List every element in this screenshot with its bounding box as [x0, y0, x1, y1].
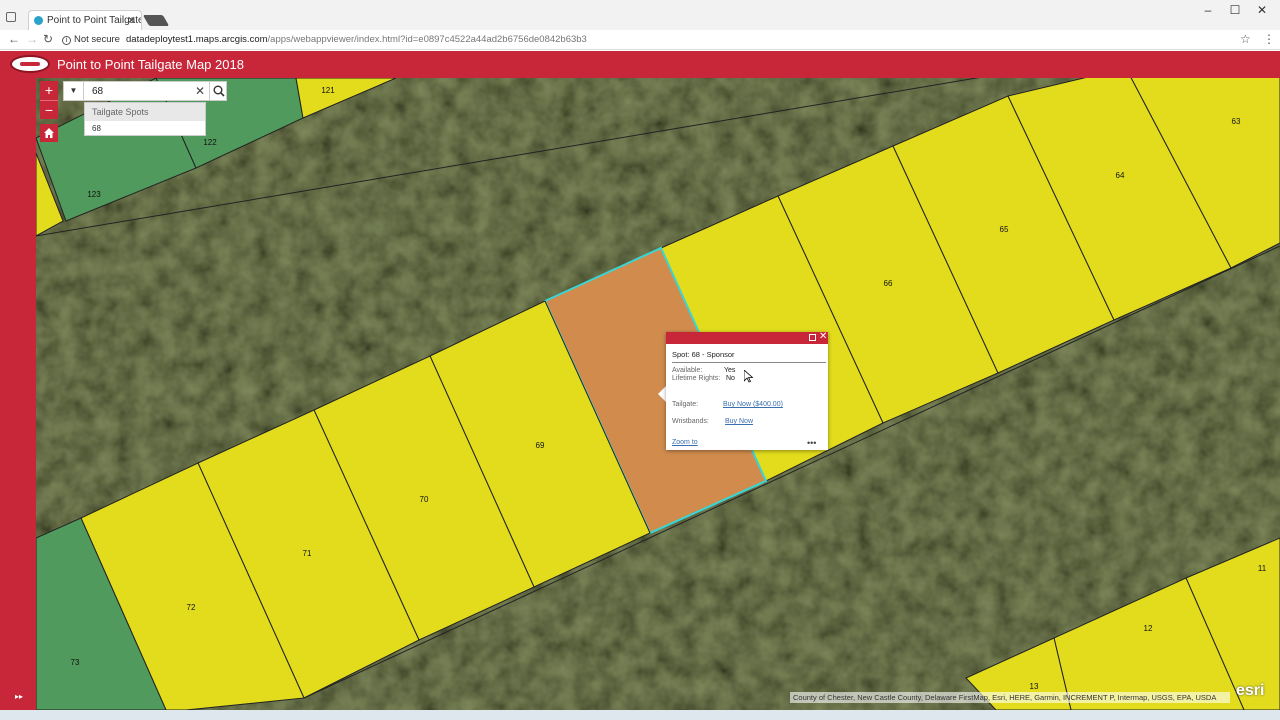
- popup-divider: [672, 362, 826, 363]
- app-title: Point to Point Tailgate Map 2018: [57, 57, 244, 72]
- popup-titlebar: ✕: [666, 331, 828, 344]
- more-actions-icon[interactable]: •••: [807, 438, 816, 448]
- expand-panel-icon[interactable]: ▸▸: [15, 692, 23, 701]
- app-logo: [10, 55, 50, 73]
- parcel-label: 12: [1144, 624, 1153, 633]
- lifetime-value: No: [726, 375, 735, 382]
- reload-icon[interactable]: ↻: [43, 32, 53, 46]
- parcel-label: 72: [187, 603, 196, 612]
- search-suggestions: Tailgate Spots 68: [84, 102, 206, 136]
- search-source-dropdown[interactable]: ▼: [64, 82, 84, 100]
- parcel-label: 13: [1030, 682, 1039, 691]
- zoom-out-button[interactable]: −: [40, 100, 58, 119]
- search-widget: ▼ 68 ✕: [63, 81, 227, 101]
- popup-title: Spot: 68 - Sponsor: [672, 350, 735, 359]
- parcel-label: 66: [884, 279, 893, 288]
- search-input[interactable]: 68: [92, 86, 103, 97]
- parcel-label: 122: [203, 138, 217, 147]
- parcel-label: 69: [536, 441, 545, 450]
- browser-menu-icon[interactable]: [6, 12, 16, 22]
- minimize-icon[interactable]: –: [1198, 3, 1218, 17]
- esri-logo: esri: [1236, 682, 1265, 699]
- security-indicator[interactable]: i Not secure: [62, 34, 120, 45]
- taskbar-strip: [0, 710, 1280, 720]
- parcel-label: 63: [1232, 117, 1241, 126]
- forward-icon[interactable]: →: [26, 32, 38, 46]
- search-button[interactable]: [209, 82, 227, 100]
- zoom-in-button[interactable]: +: [40, 81, 58, 100]
- popup-pointer: [658, 386, 666, 402]
- address-bar: ← → ↻ i Not secure datadeploytest1.maps.a…: [0, 30, 1280, 50]
- zoom-to-link[interactable]: Zoom to: [672, 439, 698, 446]
- close-popup-icon[interactable]: ✕: [819, 331, 827, 342]
- browser-tab[interactable]: Point to Point Tailgate M ✕: [28, 10, 142, 30]
- security-label: Not secure: [74, 34, 120, 45]
- parcel-label: 123: [87, 190, 101, 199]
- left-sidebar: [0, 78, 36, 710]
- suggestion-item[interactable]: 68: [85, 121, 205, 133]
- url-host: datadeploytest1.maps.arcgis.com: [126, 34, 268, 45]
- tailgate-label: Tailgate:: [672, 401, 699, 408]
- maximize-popup-icon[interactable]: [809, 334, 816, 341]
- new-tab-button[interactable]: [142, 15, 170, 26]
- tab-close-icon[interactable]: ✕: [127, 14, 136, 27]
- clear-search-icon[interactable]: ✕: [195, 84, 205, 98]
- wristbands-label: Wristbands:: [672, 418, 709, 425]
- map-attribution: County of Chester, New Castle County, De…: [790, 692, 1230, 703]
- wristbands-buy-link[interactable]: Buy Now: [725, 418, 753, 425]
- browser-titlebar: Point to Point Tailgate M ✕ – ☐ ✕: [0, 0, 1280, 30]
- parcel-label: 121: [321, 86, 335, 95]
- search-icon: [213, 85, 225, 97]
- available-value: Yes: [724, 367, 736, 374]
- feature-popup: ✕ Spot: 68 - Sponsor Available: Yes Life…: [666, 331, 828, 450]
- maximize-icon[interactable]: ☐: [1225, 3, 1245, 17]
- info-icon: i: [62, 36, 71, 45]
- available-label: Available:: [672, 367, 703, 374]
- parcel-label: 71: [303, 549, 312, 558]
- mouse-cursor-icon: [744, 370, 753, 383]
- tailgate-buy-link[interactable]: Buy Now ($400.00): [723, 401, 783, 408]
- parcel-label: 70: [420, 495, 429, 504]
- suggestions-header: Tailgate Spots: [85, 103, 205, 121]
- zoom-control: + −: [40, 81, 58, 119]
- url-field[interactable]: datadeploytest1.maps.arcgis.com/apps/web…: [126, 34, 587, 45]
- lifetime-label: Lifetime Rights:: [672, 375, 721, 382]
- tab-favicon-icon: [34, 16, 43, 25]
- app-header: Point to Point Tailgate Map 2018: [0, 51, 1280, 78]
- bookmark-star-icon[interactable]: ☆: [1240, 32, 1251, 46]
- home-button[interactable]: [40, 124, 58, 142]
- parcel-label: 64: [1116, 171, 1125, 180]
- parcel-label: 73: [71, 658, 80, 667]
- browser-menu-dots-icon[interactable]: ⋮: [1263, 32, 1275, 46]
- parcel-label: 11: [1258, 564, 1267, 573]
- parcel-label: 65: [1000, 225, 1009, 234]
- home-icon: [44, 128, 54, 138]
- window-close-icon[interactable]: ✕: [1252, 3, 1272, 17]
- back-icon[interactable]: ←: [8, 32, 20, 46]
- url-path: /apps/webappviewer/index.html?id=e0897c4…: [267, 34, 587, 45]
